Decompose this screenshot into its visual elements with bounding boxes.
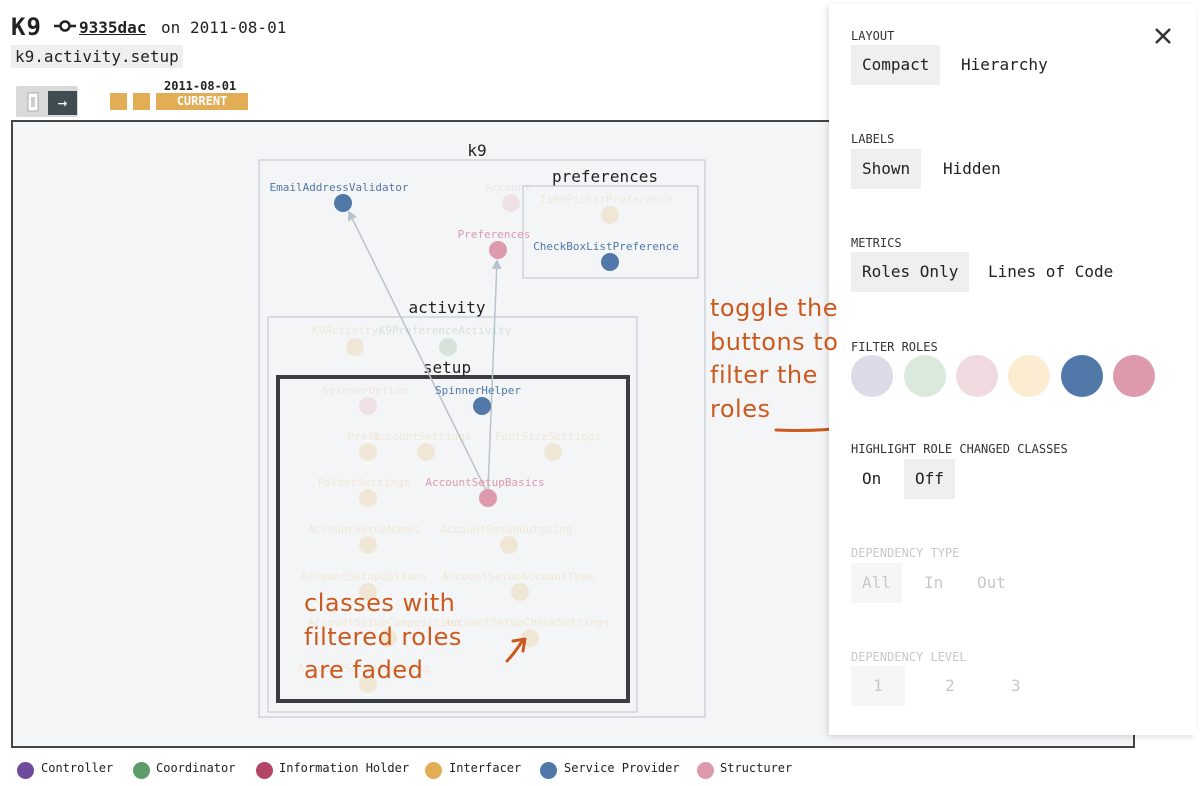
class-node-label: AccountSetupCheckSettings <box>444 616 610 629</box>
class-node-circle[interactable] <box>359 536 377 554</box>
legend-swatch <box>540 762 557 779</box>
legend-swatch <box>17 762 34 779</box>
metrics-lines-of-code-button[interactable]: Lines of Code <box>977 252 1124 292</box>
class-node-circle[interactable] <box>359 443 377 461</box>
annotation-line: filtered roles <box>304 622 462 651</box>
legend-label: Coordinator <box>156 761 236 775</box>
class-node-circle[interactable] <box>417 443 435 461</box>
class-node-label: AccountSetupOptions <box>301 570 427 583</box>
highlight-section-title: HIGHLIGHT ROLE CHANGED CLASSES <box>851 442 1068 456</box>
dependency-type-all-button[interactable]: All <box>851 563 902 603</box>
class-node-circle[interactable] <box>346 338 364 356</box>
annotation-line: buttons to <box>710 327 839 356</box>
highlight-off-button[interactable]: Off <box>904 459 955 499</box>
timeline-commit[interactable] <box>133 93 150 110</box>
legend-swatch <box>425 762 442 779</box>
layout-hierarchy-button[interactable]: Hierarchy <box>950 45 1059 85</box>
class-node-circle[interactable] <box>473 397 491 415</box>
highlight-on-button[interactable]: On <box>851 459 892 499</box>
commit-hash-link[interactable]: 9335dac <box>79 18 146 37</box>
annotation-line: roles <box>710 394 771 423</box>
filter-role-service-provider-button[interactable] <box>1061 355 1103 397</box>
filter-role-information-holder-button[interactable] <box>956 355 998 397</box>
timeline-icon <box>27 92 39 112</box>
class-node-circle[interactable] <box>334 194 352 212</box>
metrics-section-title: METRICS <box>851 236 902 250</box>
commit-icon <box>54 20 76 32</box>
module-path: k9.activity.setup <box>11 45 183 68</box>
timeline-current-commit[interactable]: CURRENT <box>156 93 248 110</box>
class-node-circle[interactable] <box>502 194 520 212</box>
labels-shown-button[interactable]: Shown <box>851 149 922 189</box>
filter-role-interfacer-button[interactable] <box>1008 355 1050 397</box>
class-node-label: TimePickerPreference <box>540 193 672 206</box>
close-icon[interactable] <box>1149 22 1177 50</box>
class-node-circle[interactable] <box>521 629 539 647</box>
class-node-label: SpinnerHelper <box>435 384 521 397</box>
class-node-circle[interactable] <box>359 489 377 507</box>
legend-swatch <box>256 762 273 779</box>
labels-section-title: LABELS <box>851 132 895 146</box>
layout-section-title: LAYOUT <box>851 29 895 43</box>
class-node-label: FolderSettings <box>318 476 411 489</box>
legend-label: Information Holder <box>279 761 410 775</box>
timeline-date: 2011-08-01 <box>164 79 237 93</box>
legend-label: Controller <box>41 761 114 775</box>
labels-hidden-button[interactable]: Hidden <box>932 149 1012 189</box>
annotation-line: classes with <box>304 589 456 617</box>
filter-role-coordinator-button[interactable] <box>904 355 946 397</box>
class-node-circle[interactable] <box>601 253 619 271</box>
dependency-level-section-title: DEPENDENCY LEVEL <box>851 650 967 664</box>
class-node-label: AccountSetupBasics <box>425 476 544 489</box>
timeline-commit[interactable] <box>110 93 127 110</box>
class-node-circle[interactable] <box>489 241 507 259</box>
dependency-level-1-button[interactable]: 1 <box>851 666 905 706</box>
annotation-line: are faded <box>304 656 424 684</box>
class-node-label: K9PreferenceActivity <box>379 324 512 337</box>
metrics-roles-only-button[interactable]: Roles Only <box>851 252 970 292</box>
class-node-label: CheckBoxListPreference <box>533 240 679 253</box>
dependency-level-3-button[interactable]: 3 <box>1000 666 1032 706</box>
class-node-circle[interactable] <box>544 443 562 461</box>
class-node-circle[interactable] <box>359 397 377 415</box>
class-node-label: Preferences <box>458 228 531 241</box>
commit-on-text: on <box>161 18 181 37</box>
layout-compact-button[interactable]: Compact <box>851 45 941 85</box>
class-node-circle[interactable] <box>439 338 457 356</box>
filter-role-structurer-button[interactable] <box>1113 355 1155 397</box>
arrow-right-icon[interactable]: → <box>48 91 77 115</box>
settings-panel: LAYOUT Compact Hierarchy LABELS Shown Hi… <box>829 4 1196 735</box>
class-node-label: Account <box>485 181 531 194</box>
annotation-line: filter the <box>710 361 818 389</box>
annotation-faded-classes: classes with filtered roles are faded <box>304 587 462 688</box>
legend-swatch <box>697 762 714 779</box>
class-node-label: AccountSettings <box>372 430 471 443</box>
legend-label: Structurer <box>720 761 793 775</box>
class-node-circle[interactable] <box>500 536 518 554</box>
dependency-type-section-title: DEPENDENCY TYPE <box>851 546 960 560</box>
app-title: K9 <box>11 13 42 41</box>
filter-roles-section-title: FILTER ROLES <box>851 340 938 354</box>
class-node-circle[interactable] <box>511 583 529 601</box>
class-node-label: EmailAddressValidator <box>269 181 408 194</box>
legend-label: Service Provider <box>564 761 680 775</box>
dependency-type-in-button[interactable]: In <box>913 563 954 603</box>
class-node-label: AccountSetupOutgoing <box>440 523 572 536</box>
class-node-label: AccountSetupAccountType <box>442 570 594 583</box>
commit-date: 2011-08-01 <box>190 18 287 37</box>
class-node-label: SpinnerOption <box>322 384 408 397</box>
class-node-label: K9Activity <box>312 324 379 337</box>
class-node-label: AccountSetupNames <box>308 523 421 536</box>
legend-label: Interfacer <box>449 761 522 775</box>
class-node-label: FontSizeSettings <box>495 430 601 443</box>
legend-swatch <box>133 762 150 779</box>
dependency-type-out-button[interactable]: Out <box>966 563 1017 603</box>
annotation-line: toggle the <box>710 294 839 322</box>
dependency-level-2-button[interactable]: 2 <box>934 666 966 706</box>
class-node-circle[interactable] <box>479 489 497 507</box>
annotation-toggle-buttons: toggle the buttons to filter the roles <box>710 292 838 426</box>
class-node-circle[interactable] <box>601 206 619 224</box>
filter-role-controller-button[interactable] <box>851 355 893 397</box>
